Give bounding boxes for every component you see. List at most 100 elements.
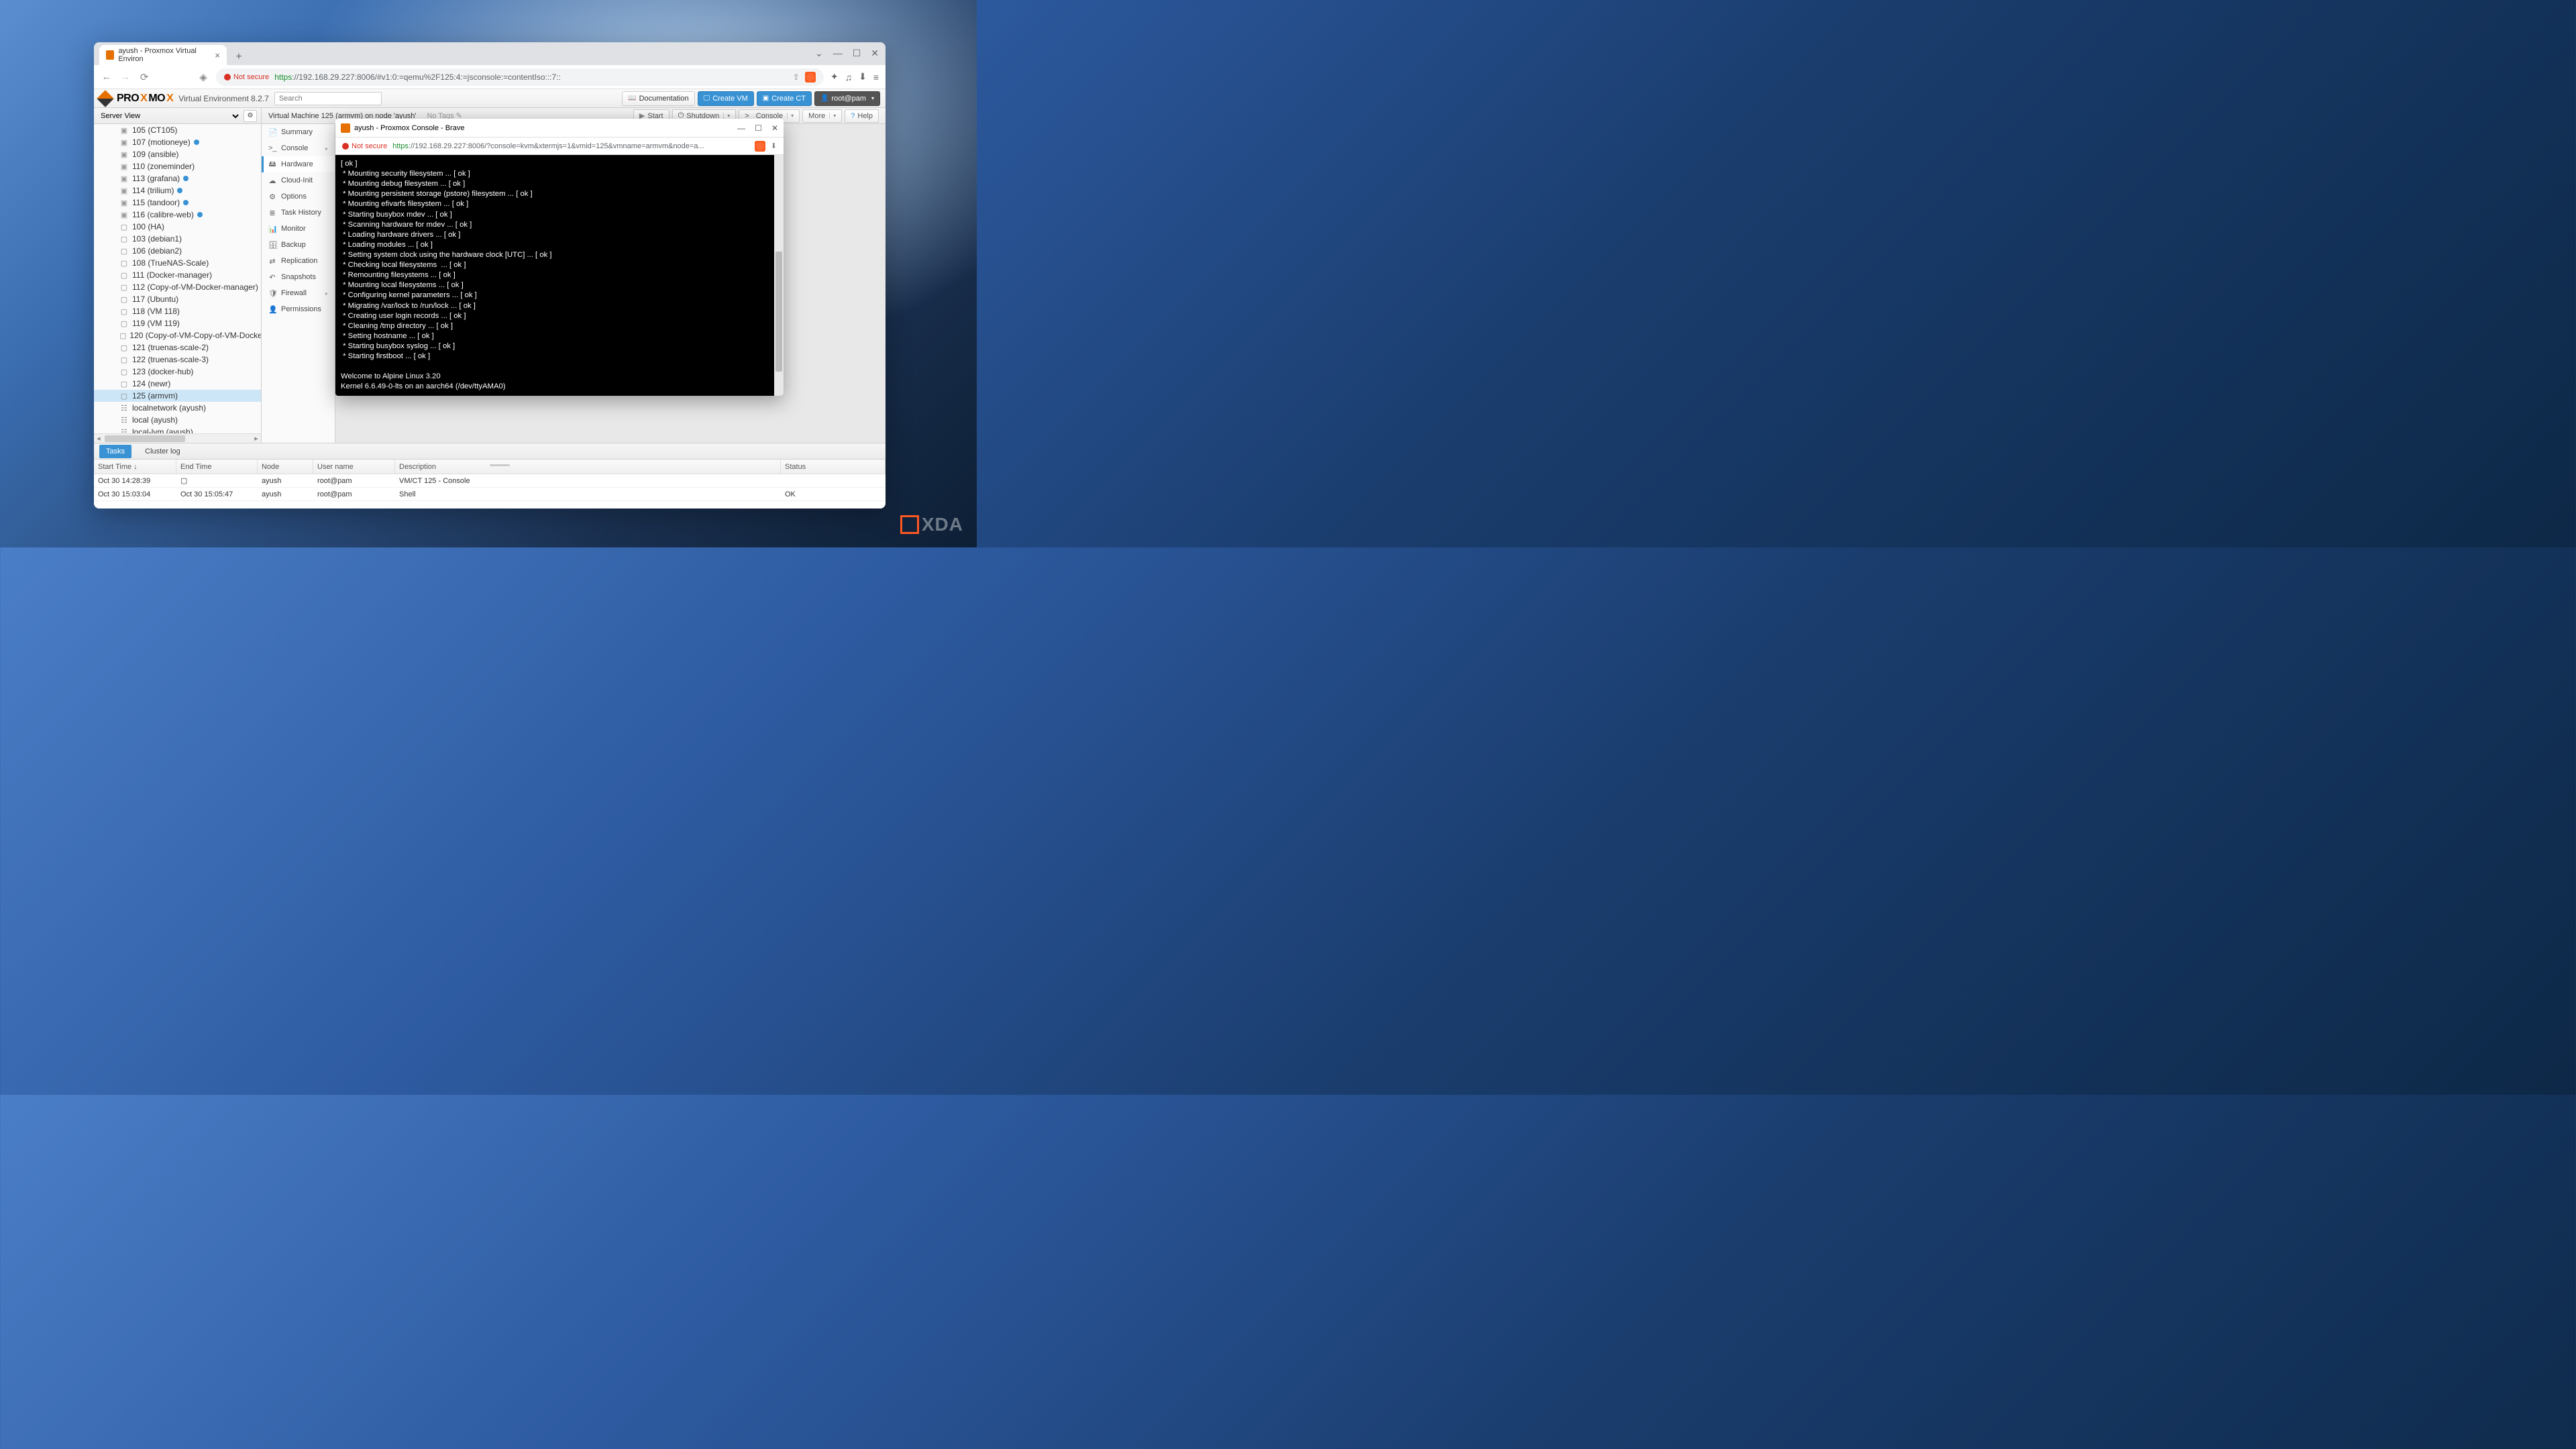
- vm-tab-monitor[interactable]: 📊Monitor: [262, 221, 335, 237]
- tree-item-label: 100 (HA): [132, 222, 164, 231]
- popup-url-text[interactable]: https://192.168.29.227:8006/?console=kvm…: [392, 142, 749, 150]
- forward-icon[interactable]: →: [119, 71, 131, 83]
- maximize-icon[interactable]: ☐: [853, 48, 861, 59]
- brave-shield-icon[interactable]: [805, 72, 816, 83]
- download-icon[interactable]: ⬇: [771, 142, 777, 150]
- more-button[interactable]: More▾: [802, 109, 842, 123]
- maximize-icon[interactable]: ☐: [755, 123, 762, 133]
- tree-item-125[interactable]: 125 (armvm): [94, 390, 261, 402]
- close-icon[interactable]: ✕: [871, 48, 879, 59]
- proxmox-header: PROXMOX Virtual Environment 8.2.7 📖Docum…: [94, 89, 885, 108]
- tree-item-106[interactable]: 106 (debian2): [94, 245, 261, 257]
- tree-item-113[interactable]: 113 (grafana): [94, 172, 261, 184]
- tree-item-localnetwork[interactable]: localnetwork (ayush): [94, 402, 261, 414]
- horizontal-scrollbar[interactable]: [94, 433, 261, 443]
- col-node[interactable]: Node: [258, 460, 313, 474]
- resize-handle[interactable]: [490, 464, 510, 466]
- tree-item-112[interactable]: 112 (Copy-of-VM-Docker-manager): [94, 281, 261, 293]
- extension-icon[interactable]: ✦: [830, 71, 839, 83]
- popup-titlebar[interactable]: ayush - Proxmox Console - Brave — ☐ ✕: [335, 119, 784, 138]
- proxmox-logo-icon: [97, 90, 113, 107]
- gear-icon[interactable]: ⚙: [244, 110, 257, 122]
- url-input[interactable]: Not secure https://192.168.29.227:8006/#…: [216, 68, 824, 86]
- col-start-time[interactable]: Start Time ↓: [94, 460, 176, 474]
- tree-item-108[interactable]: 108 (TrueNAS-Scale): [94, 257, 261, 269]
- resource-tree[interactable]: 105 (CT105)107 (motioneye)109 (ansible) 1…: [94, 124, 261, 433]
- tree-item-121[interactable]: 121 (truenas-scale-2): [94, 341, 261, 354]
- vm-icon: [119, 259, 129, 267]
- xda-watermark: XDA: [900, 514, 963, 535]
- tree-item-116[interactable]: 116 (calibre-web): [94, 209, 261, 221]
- vm-tab-task-history[interactable]: ≣Task History: [262, 205, 335, 221]
- vm-tab-console[interactable]: >_Console▸: [262, 140, 335, 156]
- reload-icon[interactable]: ⟳: [138, 71, 150, 83]
- tree-item-label: 112 (Copy-of-VM-Docker-manager): [132, 282, 258, 292]
- tree-item-local[interactable]: local (ayush): [94, 414, 261, 426]
- terminal-scrollbar[interactable]: [774, 155, 784, 396]
- task-row[interactable]: Oct 30 15:03:04Oct 30 15:05:47ayushroot@…: [94, 488, 885, 501]
- vm-tab-replication[interactable]: ⇄Replication: [262, 253, 335, 269]
- create-vm-button[interactable]: 🖵Create VM: [698, 91, 754, 106]
- terminal[interactable]: [ ok ] * Mounting security filesystem ..…: [335, 155, 784, 396]
- download-icon[interactable]: ⬇: [859, 71, 867, 83]
- search-input[interactable]: [274, 92, 382, 105]
- tab-label: Summary: [281, 128, 313, 136]
- tree-item-105[interactable]: 105 (CT105): [94, 124, 261, 136]
- minimize-icon[interactable]: —: [737, 123, 745, 133]
- view-select[interactable]: Server View: [98, 111, 241, 121]
- help-button[interactable]: ?Help: [845, 109, 879, 123]
- tree-item-118[interactable]: 118 (VM 118): [94, 305, 261, 317]
- vm-tab-permissions[interactable]: 👤Permissions: [262, 301, 335, 317]
- tree-item-115[interactable]: 115 (tandoor): [94, 197, 261, 209]
- tree-item-122[interactable]: 122 (truenas-scale-3): [94, 354, 261, 366]
- tree-item-110[interactable]: 110 (zoneminder): [94, 160, 261, 172]
- task-row[interactable]: Oct 30 14:28:39▢ayushroot@pamVM/CT 125 -…: [94, 474, 885, 488]
- tree-item-local-lvm[interactable]: local-lvm (ayush): [94, 426, 261, 433]
- bookmark-icon[interactable]: ◈: [197, 71, 209, 83]
- col-status[interactable]: Status: [781, 460, 885, 474]
- tree-item-107[interactable]: 107 (motioneye): [94, 136, 261, 148]
- tree-item-109[interactable]: 109 (ansible): [94, 148, 261, 160]
- tree-item-119[interactable]: 119 (VM 119): [94, 317, 261, 329]
- tree-item-120[interactable]: 120 (Copy-of-VM-Copy-of-VM-Docker: [94, 329, 261, 341]
- tab-cluster-log[interactable]: Cluster log: [138, 445, 187, 458]
- tree-item-111[interactable]: 111 (Docker-manager): [94, 269, 261, 281]
- close-icon[interactable]: ✕: [771, 123, 778, 133]
- col-description[interactable]: Description: [395, 460, 781, 474]
- vm-tab-backup[interactable]: 🗄Backup: [262, 237, 335, 253]
- vm-tab-cloud-init[interactable]: ☁Cloud-Init: [262, 172, 335, 189]
- vm-tab-hardware[interactable]: 🖴Hardware: [262, 156, 335, 172]
- vm-tab-firewall[interactable]: 🛡Firewall▸: [262, 285, 335, 301]
- tab-label: Backup: [281, 241, 306, 249]
- user-menu-button[interactable]: 👤root@pam▾: [814, 91, 880, 106]
- back-icon[interactable]: ←: [101, 71, 113, 83]
- tree-item-123[interactable]: 123 (docker-hub): [94, 366, 261, 378]
- create-ct-button[interactable]: ▣Create CT: [757, 91, 812, 106]
- bottom-tabs: Tasks Cluster log: [94, 443, 885, 460]
- col-end-time[interactable]: End Time: [176, 460, 258, 474]
- chevron-down-icon[interactable]: ⌄: [815, 48, 823, 59]
- tree-item-100[interactable]: 100 (HA): [94, 221, 261, 233]
- documentation-button[interactable]: 📖Documentation: [622, 91, 694, 106]
- tab-close-icon[interactable]: ×: [215, 50, 220, 60]
- minimize-icon[interactable]: —: [833, 48, 843, 59]
- help-icon: ?: [851, 112, 855, 120]
- vm-tab-summary[interactable]: 📄Summary: [262, 124, 335, 140]
- brave-shield-icon[interactable]: [755, 141, 765, 152]
- tree-item-124[interactable]: 124 (newr): [94, 378, 261, 390]
- menu-icon[interactable]: ≡: [873, 72, 879, 83]
- col-user[interactable]: User name: [313, 460, 395, 474]
- music-icon[interactable]: ♫: [845, 72, 853, 83]
- vm-tab-snapshots[interactable]: ↶Snapshots: [262, 269, 335, 285]
- tree-item-117[interactable]: 117 (Ubuntu): [94, 293, 261, 305]
- browser-tab[interactable]: ayush - Proxmox Virtual Environ ×: [99, 45, 227, 65]
- vm-icon: [119, 392, 129, 400]
- tree-item-label: 110 (zoneminder): [132, 162, 195, 171]
- new-tab-button[interactable]: +: [231, 49, 247, 65]
- tree-item-114[interactable]: 114 (trilium): [94, 184, 261, 197]
- vm-tab-options[interactable]: ⚙Options: [262, 189, 335, 205]
- share-icon[interactable]: ⇪: [793, 72, 800, 82]
- tab-tasks[interactable]: Tasks: [99, 445, 131, 458]
- vm-tabs: 📄Summary>_Console▸🖴Hardware☁Cloud-Init⚙O…: [262, 124, 335, 443]
- tree-item-103[interactable]: 103 (debian1): [94, 233, 261, 245]
